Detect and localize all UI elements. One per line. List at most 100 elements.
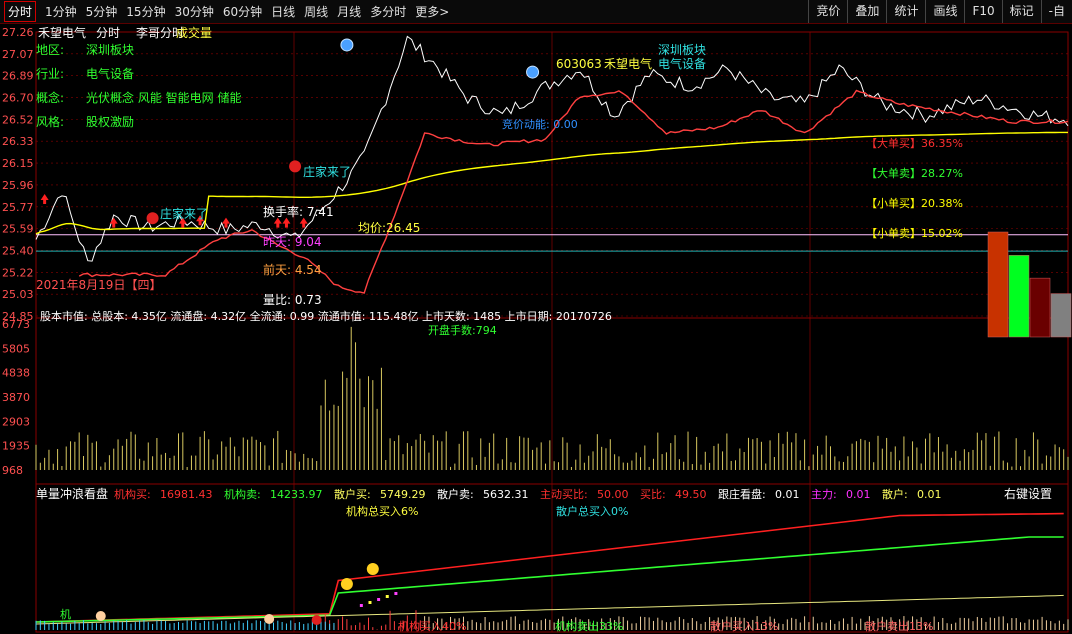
bottom-stat-value-6: 0.01 bbox=[775, 488, 800, 501]
order-label-3: 【小单卖】15.02% bbox=[866, 227, 963, 240]
foot-label-0: 机构买入40% bbox=[398, 619, 466, 633]
period-tab-6[interactable]: 日线 bbox=[271, 3, 295, 20]
average-price-label: 均价:26.45 bbox=[358, 221, 420, 235]
price-axis: 27.26 27.07 26.89 26.70 26.52 26.33 26.15 25.96… bbox=[2, 26, 34, 323]
price-tick: 25.77 bbox=[2, 201, 34, 214]
info-value-0: 深圳板块 bbox=[86, 43, 134, 57]
price-tick: 26.33 bbox=[2, 135, 34, 148]
period-toolbar: 分时 1分钟 5分钟 15分钟 30分钟 60分钟 日线 周线 月线 多分时 更多> 竞价 叠加 统计画… bbox=[0, 0, 1072, 24]
toolbar-button-3[interactable]: 画线 bbox=[925, 0, 964, 23]
bottom-stat-key-7: 主力: bbox=[811, 488, 837, 501]
foot-label-1: 机构卖出33% bbox=[555, 619, 623, 633]
red-ball-icon bbox=[311, 615, 322, 625]
open-volume: 开盘手数:794 bbox=[428, 323, 497, 337]
volume-tick: 6773 bbox=[2, 318, 30, 331]
right-settings-button: 右键设置 bbox=[1004, 486, 1052, 501]
chart-texts: 禾望电气 分时 李哥分时成交量地区: 深圳板块行业: 电气设备概念: 光伏概念 风能 智能… bbox=[36, 25, 1052, 633]
toolbar-right-buttons: 竞价 叠加 统计 画线 F10 标记 -自 bbox=[808, 0, 1072, 23]
volume-tick: 5805 bbox=[2, 342, 30, 355]
order-bar-0 bbox=[987, 231, 1009, 338]
retail-total-buy: 散户总买入0% bbox=[556, 504, 628, 518]
bottom-stat-value-1: 14233.97 bbox=[270, 488, 323, 501]
period-tab-7[interactable]: 周线 bbox=[304, 3, 328, 20]
jingjia-indicator: 竞价动能: 0.00 bbox=[502, 117, 578, 131]
volume-tick: 4838 bbox=[2, 367, 30, 380]
bottom-stat-value-3: 5632.31 bbox=[483, 488, 529, 501]
price-tick: 25.59 bbox=[2, 223, 34, 236]
board-sub: 电气设备 bbox=[658, 56, 706, 71]
order-label-0: 【大单买】36.35% bbox=[866, 136, 963, 150]
period-tab-4[interactable]: 30分钟 bbox=[175, 3, 214, 20]
board-label: 深圳板块 bbox=[658, 43, 706, 57]
bottom-stat-key-6: 跟庄看盘: bbox=[718, 487, 766, 501]
bottom-stat-value-7: 0.01 bbox=[846, 488, 871, 501]
period-tab-8[interactable]: 月线 bbox=[337, 3, 361, 20]
volume-tick: 3870 bbox=[2, 391, 30, 404]
diamond-icon bbox=[264, 614, 275, 624]
bottom-stat-key-1: 机构卖: bbox=[224, 487, 261, 501]
bottom-title: 单量冲浪看盘 bbox=[36, 486, 108, 501]
period-tab-3[interactable]: 15分钟 bbox=[126, 3, 165, 20]
period-tabs: 分时 1分钟 5分钟 15分钟 30分钟 60分钟 日线 周线 月线 多分时 更多> bbox=[4, 0, 449, 23]
volume-tick: 1935 bbox=[2, 440, 30, 453]
yesterday-value: 昨天: 9.04 bbox=[263, 235, 322, 249]
toolbar-button-0[interactable]: 竞价 bbox=[808, 0, 847, 23]
signal-dot bbox=[385, 595, 389, 598]
toolbar-button-1[interactable]: 叠加 bbox=[847, 0, 886, 23]
foot-label-3: 散户卖出13% bbox=[865, 619, 933, 633]
signal-dot bbox=[368, 601, 372, 604]
volume-axis: 6773 5805 4838 3870 2903 1935 968 bbox=[2, 318, 30, 477]
order-label-1: 【大单卖】28.27% bbox=[866, 166, 963, 180]
info-key-2: 概念: bbox=[36, 90, 64, 105]
toolbar-button-6[interactable]: -自 bbox=[1040, 0, 1072, 23]
toolbar-button-5[interactable]: 标记 bbox=[1001, 0, 1041, 23]
bottom-stat-key-3: 散户卖: bbox=[437, 487, 474, 501]
market-stats: 股本市值: 总股本: 4.35亿 流通盘: 4.32亿 全流通: 0.99 流通… bbox=[40, 309, 612, 323]
bottom-stat-value-2: 5749.29 bbox=[380, 488, 426, 501]
price-tick: 25.22 bbox=[2, 266, 34, 279]
price-tick: 26.70 bbox=[2, 92, 34, 105]
order-label-2: 【小单买】20.38% bbox=[866, 197, 963, 210]
price-tick: 27.07 bbox=[2, 48, 34, 61]
red-ball-icon bbox=[289, 160, 302, 173]
info-value-1: 电气设备 bbox=[86, 66, 134, 81]
up-arrow-icon bbox=[282, 217, 291, 228]
blue-dot-icon bbox=[526, 65, 540, 79]
inst-total-buy: 机构总买入6% bbox=[346, 504, 418, 518]
period-tab-2[interactable]: 5分钟 bbox=[86, 3, 118, 20]
bottom-stat-key-0: 机构买: bbox=[114, 487, 151, 501]
price-tick: 26.52 bbox=[2, 113, 34, 126]
turnover-rate: 换手率: 7.41 bbox=[263, 204, 334, 219]
period-tab-5[interactable]: 60分钟 bbox=[223, 3, 262, 20]
volume-ratio: 量比: 0.73 bbox=[263, 293, 322, 307]
header-tab-0: 分时 bbox=[96, 26, 120, 40]
price-tick: 27.26 bbox=[2, 26, 34, 39]
bottom-stat-value-4: 50.00 bbox=[597, 488, 629, 501]
stock-name: 禾望电气 bbox=[38, 25, 86, 40]
info-value-2: 光伏概念 风能 智能电网 储能 bbox=[86, 90, 241, 105]
period-tab-9[interactable]: 多分时 bbox=[370, 3, 406, 20]
toolbar-button-4[interactable]: F10 bbox=[964, 0, 1001, 23]
volume-tick: 2903 bbox=[2, 415, 30, 428]
day-before-value: 前天: 4.54 bbox=[263, 262, 322, 277]
price-tick: 25.40 bbox=[2, 244, 34, 257]
left-mark: 机 bbox=[60, 607, 71, 621]
bottom-stat-value-8: 0.01 bbox=[917, 488, 942, 501]
trade-date: 2021年8月19日【四】 bbox=[36, 278, 161, 292]
stock-name-repeat: 禾望电气 bbox=[604, 56, 652, 71]
intraday-chart[interactable]: 27.26 27.07 26.89 26.70 26.52 26.33 26.15 25.96… bbox=[0, 24, 1072, 634]
price-tick: 25.96 bbox=[2, 179, 34, 192]
bottom-stat-key-2: 散户买: bbox=[334, 487, 371, 501]
signal-dot bbox=[359, 604, 363, 607]
blue-dot-icon bbox=[340, 38, 354, 52]
info-value-3: 股权激励 bbox=[86, 115, 134, 129]
toolbar-button-2[interactable]: 统计 bbox=[886, 0, 925, 23]
zhuang-label-2: 庄家来了 bbox=[303, 164, 351, 179]
price-tick: 25.03 bbox=[2, 288, 34, 301]
stock-code: 603063 bbox=[556, 57, 602, 71]
period-tab-0[interactable]: 分时 bbox=[4, 1, 37, 22]
period-tab-10[interactable]: 更多> bbox=[415, 3, 449, 20]
period-tab-1[interactable]: 1分钟 bbox=[45, 3, 77, 20]
info-key-0: 地区: bbox=[36, 43, 64, 57]
volume-tick: 968 bbox=[2, 464, 23, 477]
